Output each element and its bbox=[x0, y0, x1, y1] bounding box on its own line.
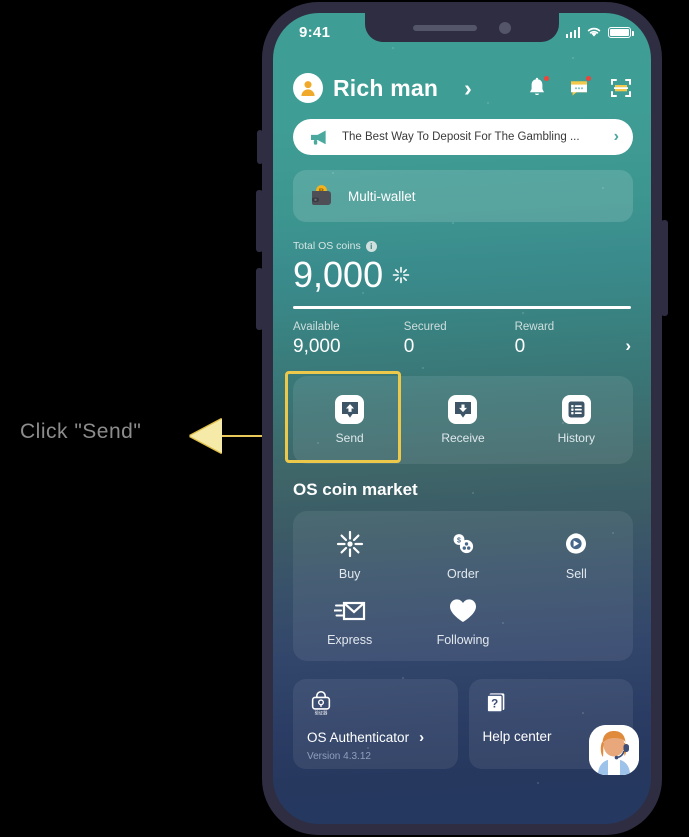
market-title: OS coin market bbox=[293, 480, 418, 499]
sell-coin-icon bbox=[566, 533, 587, 554]
screenshot-root: Click "Send" 9:41 Rich man › The Best Wa… bbox=[0, 0, 689, 837]
bell-icon[interactable] bbox=[525, 75, 550, 100]
authenticator-safe-icon: 验证器 bbox=[311, 690, 331, 717]
list-history-icon bbox=[561, 395, 591, 424]
promo-banner[interactable]: The Best Way To Deposit For The Gambling… bbox=[293, 119, 633, 155]
battery-icon bbox=[608, 27, 634, 38]
stat-value: 0 bbox=[403, 336, 415, 357]
support-agent-avatar[interactable] bbox=[589, 725, 639, 775]
header-icons bbox=[525, 75, 633, 100]
os-authenticator-card[interactable]: 验证器 OS Authenticator › Version 4.3.12 bbox=[293, 679, 458, 769]
annotation-arrow-icon bbox=[190, 419, 222, 453]
phone-frame: 9:41 Rich man › The Best Way To Deposit … bbox=[256, 2, 668, 835]
stat-available: Available 9,000 bbox=[293, 321, 404, 358]
market-item-label: Following bbox=[436, 633, 490, 647]
total-coins-amount: 9,000 bbox=[293, 254, 384, 295]
authenticator-icon-caption: 验证器 bbox=[315, 710, 329, 716]
heart-icon bbox=[449, 599, 476, 622]
multi-wallet-card[interactable]: B Multi-wallet bbox=[293, 170, 633, 222]
wallet-actions-card: Send Receive History bbox=[285, 371, 633, 464]
stat-value: 9,000 bbox=[293, 336, 341, 357]
action-label: History bbox=[557, 431, 595, 445]
market-item-label: Order bbox=[447, 567, 479, 581]
buy-sparkle-icon bbox=[336, 530, 363, 558]
market-item-buy[interactable]: Buy bbox=[293, 529, 406, 581]
user-avatar-icon[interactable] bbox=[293, 73, 323, 103]
phone-notch bbox=[365, 13, 559, 42]
phone-screen: 9:41 Rich man › The Best Way To Deposit … bbox=[273, 13, 651, 824]
wallet-bitcoin-icon: B bbox=[312, 185, 331, 205]
order-coins-icon: $ bbox=[453, 534, 474, 554]
authenticator-title: OS Authenticator bbox=[307, 730, 410, 745]
stat-reward: Reward 0 bbox=[515, 321, 626, 358]
app-content: Rich man › The Best Way To Deposit For T… bbox=[273, 13, 651, 824]
stat-secured: Secured 0 bbox=[404, 321, 515, 358]
status-clock: 9:41 bbox=[299, 23, 331, 41]
status-system-icons bbox=[565, 26, 634, 38]
stat-label: Reward bbox=[514, 321, 555, 333]
action-label: Receive bbox=[441, 431, 485, 445]
profile-row: Rich man › bbox=[273, 57, 651, 103]
megaphone-icon bbox=[311, 130, 326, 145]
earpiece-speaker bbox=[413, 24, 477, 31]
total-coins-value-row: 9,000 bbox=[293, 254, 631, 296]
mute-switch-button[interactable] bbox=[257, 130, 263, 164]
annotation-label: Click "Send" bbox=[20, 420, 142, 443]
svg-text:?: ? bbox=[491, 697, 498, 710]
market-item-following[interactable]: Following bbox=[406, 597, 519, 647]
username-label: Rich man bbox=[333, 74, 439, 101]
balance-stats-row: Available 9,000 Secured 0 Reward 0 › bbox=[273, 309, 651, 358]
market-card: Buy $ Order Sell Express Following bbox=[293, 511, 633, 661]
market-item-order[interactable]: $ Order bbox=[406, 529, 519, 581]
multi-wallet-label: Multi-wallet bbox=[348, 188, 416, 204]
market-item-label: Express bbox=[327, 633, 373, 647]
send-up-arrow-icon bbox=[335, 395, 365, 424]
volume-up-button[interactable] bbox=[256, 190, 263, 252]
action-send[interactable]: Send bbox=[293, 395, 406, 445]
stat-value: 0 bbox=[514, 336, 526, 357]
authenticator-chevron-icon[interactable]: › bbox=[419, 729, 424, 746]
market-row: Buy $ Order Sell bbox=[293, 529, 633, 581]
message-icon[interactable] bbox=[567, 75, 592, 100]
receive-down-arrow-icon bbox=[448, 395, 478, 424]
svg-text:$: $ bbox=[457, 537, 461, 544]
help-question-icon: ? bbox=[486, 693, 504, 713]
message-badge bbox=[585, 75, 592, 82]
banner-text: The Best Way To Deposit For The Gambling… bbox=[342, 131, 580, 143]
action-history[interactable]: History bbox=[520, 395, 633, 445]
info-icon[interactable]: i bbox=[365, 240, 377, 252]
market-item-sell[interactable]: Sell bbox=[520, 529, 633, 581]
front-camera bbox=[499, 21, 511, 34]
app-version-label: Version 4.3.12 bbox=[307, 751, 371, 762]
bell-badge bbox=[543, 75, 550, 82]
market-item-label: Sell bbox=[565, 567, 587, 581]
action-label: Send bbox=[335, 431, 364, 445]
scan-icon[interactable] bbox=[609, 76, 633, 100]
express-envelope-icon bbox=[333, 601, 365, 621]
volume-down-button[interactable] bbox=[256, 268, 263, 330]
bottom-cards-row: 验证器 OS Authenticator › Version 4.3.12 ? bbox=[273, 661, 651, 775]
market-item-express[interactable]: Express bbox=[293, 597, 406, 647]
banner-chevron-icon[interactable]: › bbox=[614, 128, 619, 146]
market-item-label: Buy bbox=[338, 567, 361, 581]
stat-label: Secured bbox=[403, 321, 447, 333]
profile-chevron-icon[interactable]: › bbox=[464, 75, 472, 102]
total-coins-label: Total OS coins bbox=[293, 240, 361, 252]
os-coin-sparkle-icon bbox=[392, 266, 410, 284]
authenticator-title-row: OS Authenticator › bbox=[307, 729, 444, 746]
total-coins-label-row: Total OS coins i bbox=[293, 240, 631, 252]
balance-stats-chevron-icon[interactable]: › bbox=[625, 336, 631, 358]
market-row: Express Following bbox=[293, 597, 633, 647]
balance-section: Total OS coins i 9,000 bbox=[273, 222, 651, 309]
signal-bars-icon bbox=[565, 27, 580, 38]
stat-label: Available bbox=[293, 321, 340, 333]
help-center-card[interactable]: ? Help center bbox=[468, 679, 639, 775]
help-center-title: Help center bbox=[482, 729, 552, 744]
wifi-icon bbox=[587, 27, 601, 37]
action-receive[interactable]: Receive bbox=[406, 395, 519, 445]
power-button[interactable] bbox=[661, 220, 668, 316]
